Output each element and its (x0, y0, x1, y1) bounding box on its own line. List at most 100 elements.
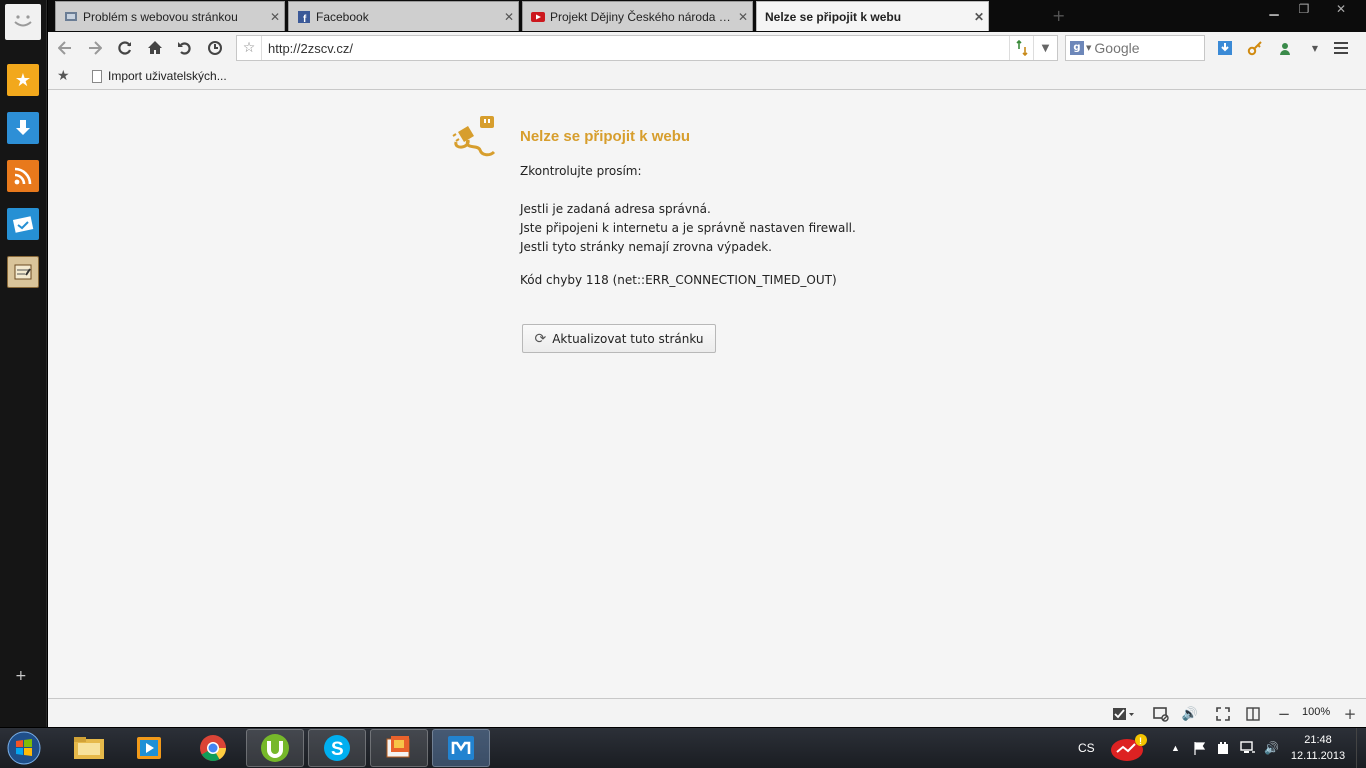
new-tab-button[interactable]: + (1052, 6, 1065, 25)
download-button[interactable] (1215, 39, 1235, 57)
action-center-flag-icon[interactable] (1193, 728, 1207, 768)
show-desktop-button[interactable] (1356, 728, 1366, 768)
language-indicator[interactable]: CS (1078, 728, 1095, 768)
notepad-icon[interactable] (7, 256, 39, 288)
zoom-in-button[interactable]: + (1340, 705, 1360, 723)
system-clock[interactable]: 21:48 12.11.2013 (1290, 732, 1346, 764)
sync-button[interactable] (1275, 39, 1295, 57)
windows-start-button[interactable] (4, 729, 44, 767)
maxthon-apps-icon[interactable] (7, 208, 39, 240)
media-player-taskbar-icon[interactable] (120, 729, 178, 767)
tab-strip: Problém s webovou stránkou ✕ f Facebook … (48, 0, 1366, 32)
clock-icon (208, 41, 222, 55)
check-heading: Zkontrolujte prosím: (520, 164, 642, 178)
smiley-icon (14, 15, 32, 27)
undo-close-button[interactable] (174, 38, 196, 58)
bookmark-star-icon[interactable]: ☆ (237, 40, 261, 56)
menu-icon (1334, 42, 1348, 54)
arrow-left-icon (58, 41, 71, 55)
volume-icon[interactable]: 🔊 (1180, 705, 1200, 723)
chrome-taskbar-icon[interactable] (184, 729, 242, 767)
close-icon[interactable]: ✕ (500, 10, 518, 24)
toolbar-dropdown-chevron-icon[interactable]: ▼ (1305, 39, 1325, 57)
bookmarks-bar: ★ Import uživatelských... (48, 64, 1366, 90)
zoom-level[interactable]: 100% (1302, 706, 1330, 718)
photo-app-taskbar-icon[interactable] (370, 729, 428, 767)
maxthon-logo[interactable] (5, 4, 41, 40)
reload-page-button[interactable]: ⟳ Aktualizovat tuto stránku (522, 324, 716, 353)
search-engine-chevron-icon[interactable]: ▼ (1086, 44, 1091, 52)
search-engine-icon[interactable]: g (1070, 41, 1084, 55)
tab-error-active[interactable]: Nelze se připojit k webu ✕ (756, 1, 989, 31)
rss-icon[interactable] (7, 160, 39, 192)
skype-taskbar-icon[interactable]: S (308, 729, 366, 767)
performance-check-icon[interactable] (1110, 705, 1138, 723)
compatibility-mode-icon[interactable] (1009, 36, 1033, 60)
close-icon[interactable]: ✕ (970, 10, 988, 24)
speaker-volume-icon[interactable]: 🔊 (1264, 728, 1279, 768)
maxthon-taskbar-icon[interactable] (432, 729, 490, 767)
error-code: Kód chyby 118 (net::ERR_CONNECTION_TIMED… (520, 273, 837, 287)
main-menu-button[interactable] (1331, 39, 1351, 57)
clock-date: 12.11.2013 (1290, 750, 1346, 762)
cloud-notification-icon[interactable]: ! (1104, 729, 1154, 767)
url-input[interactable] (262, 40, 1009, 56)
battery-plug-icon[interactable] (1216, 728, 1230, 768)
back-button[interactable] (54, 38, 76, 58)
close-icon[interactable]: ✕ (734, 10, 752, 24)
bookmark-import[interactable]: Import uživatelských... (92, 69, 227, 83)
show-hidden-icons-chevron-icon[interactable]: ▲ (1171, 728, 1180, 768)
refresh-icon: ⟳ (534, 330, 547, 347)
forward-button[interactable] (84, 38, 106, 58)
fullscreen-icon[interactable] (1213, 705, 1233, 723)
tab-label: Facebook (316, 9, 369, 24)
zoom-out-button[interactable]: − (1274, 705, 1294, 723)
check-item: Jestli je zadaná adresa správná. (520, 202, 711, 216)
error-title: Nelze se připojit k webu (520, 128, 691, 145)
restore-icon[interactable]: ❐ (1294, 2, 1314, 22)
password-key-button[interactable] (1245, 39, 1265, 57)
url-dropdown-chevron-icon[interactable]: ▼ (1033, 36, 1057, 60)
tab-label: Projekt Dějiny Českého národa p... (550, 9, 734, 24)
downloads-icon[interactable] (7, 112, 39, 144)
utorrent-taskbar-icon[interactable] (246, 729, 304, 767)
home-icon (148, 41, 162, 54)
check-item: Jestli tyto stránky nemají zrovna výpade… (520, 240, 772, 254)
history-button[interactable] (204, 38, 226, 58)
tab-facebook[interactable]: f Facebook ✕ (288, 1, 519, 31)
clock-time: 21:48 (1304, 734, 1332, 746)
favorites-star-icon[interactable]: ★ (7, 64, 39, 96)
tab-label: Nelze se připojit k webu (765, 9, 902, 24)
bookmark-label: Import uživatelských... (108, 69, 227, 83)
download-icon (1218, 41, 1232, 55)
close-icon[interactable]: ✕ (266, 10, 284, 24)
address-bar[interactable]: ☆ ▼ (236, 35, 1058, 61)
explorer-taskbar-icon[interactable] (60, 729, 118, 767)
svg-text:S: S (331, 739, 344, 760)
refresh-button[interactable] (114, 38, 136, 58)
nav-toolbar: ☆ ▼ g ▼ ▼ (48, 32, 1366, 64)
error-page: Nelze se připojit k webu Zkontrolujte pr… (48, 90, 1366, 698)
search-box[interactable]: g ▼ (1065, 35, 1205, 61)
key-icon (1247, 41, 1262, 56)
reload-button-label: Aktualizovat tuto stránku (552, 331, 704, 346)
sidebar: ★ + (0, 0, 47, 727)
svg-text:!: ! (1139, 736, 1142, 746)
screenshot-icon[interactable] (1150, 705, 1172, 723)
search-input[interactable] (1094, 40, 1195, 56)
favorites-star-icon[interactable]: ★ (57, 68, 70, 84)
tab-problem[interactable]: Problém s webovou stránkou ✕ (55, 1, 285, 31)
tab-youtube[interactable]: Projekt Dějiny Českého národa p... ✕ (522, 1, 753, 31)
close-window-icon[interactable]: ✕ (1324, 2, 1358, 22)
arrow-right-icon (89, 41, 102, 55)
network-icon[interactable] (1240, 728, 1256, 768)
document-icon (92, 69, 102, 83)
check-item: Jste připojeni k internetu a je správně … (520, 221, 856, 235)
split-screen-icon[interactable] (1243, 705, 1263, 723)
windows-taskbar: S CS ! ▲ 🔊 21:48 12.11.2013 (0, 728, 1366, 768)
sidebar-add-button[interactable]: + (15, 668, 27, 684)
minimize-icon[interactable]: ▁ (1264, 2, 1284, 22)
disconnected-plug-icon (452, 116, 496, 157)
home-button[interactable] (144, 38, 166, 58)
sync-user-icon (1280, 43, 1290, 55)
